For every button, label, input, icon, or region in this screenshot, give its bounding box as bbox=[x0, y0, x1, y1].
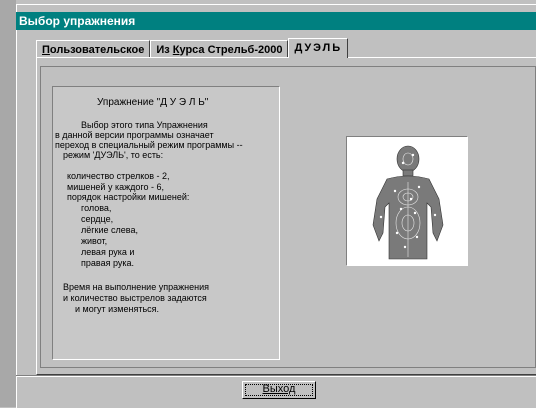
description-line: режим 'ДУЭЛЬ', то есть: bbox=[63, 150, 164, 160]
tab-strip: Пользовательское Из Курса Стрельб-2000 Д… bbox=[36, 38, 349, 58]
exercise-description: Упражнение "Д У Э Л Ь" Выбор этого типа … bbox=[52, 86, 280, 360]
description-line: живот, bbox=[81, 236, 108, 246]
left-background-strip bbox=[0, 0, 16, 407]
description-line: левая рука и bbox=[81, 247, 135, 257]
description-title: Упражнение "Д У Э Л Ь" bbox=[97, 97, 209, 108]
tab-custom[interactable]: Пользовательское bbox=[36, 40, 151, 58]
tab-duel[interactable]: ДУЭЛЬ bbox=[288, 38, 349, 58]
exit-button[interactable]: Выход bbox=[242, 381, 316, 399]
target-image-frame bbox=[346, 136, 468, 266]
description-line: количество стрелков - 2, bbox=[67, 171, 170, 181]
human-silhouette-target-icon bbox=[372, 145, 444, 260]
tab-label-post: урса Стрельб-2000 bbox=[179, 44, 283, 56]
separator-light bbox=[16, 376, 536, 377]
tab-label-accel: П bbox=[42, 44, 50, 56]
description-line: голова, bbox=[81, 203, 112, 213]
description-line: Время на выполнение упражнения bbox=[63, 282, 209, 292]
tab-label-post: ользовательское bbox=[49, 44, 145, 56]
description-line: порядок настройки мишеней: bbox=[67, 192, 190, 202]
description-line: и могут изменяться. bbox=[75, 304, 160, 314]
window-title: Выбор упражнения bbox=[16, 12, 536, 30]
description-line: правая рука. bbox=[81, 258, 134, 268]
description-line: и количество выстрелов задаются bbox=[63, 293, 207, 303]
tab-label-pre: Из bbox=[156, 44, 173, 56]
description-line: сердце, bbox=[81, 214, 114, 224]
tab-course-2000[interactable]: Из Курса Стрельб-2000 bbox=[150, 40, 289, 58]
tab-label-post: ДУЭЛЬ bbox=[294, 42, 343, 54]
description-line: лёгкие слева, bbox=[81, 225, 138, 235]
exit-button-label: Выход bbox=[262, 383, 296, 395]
